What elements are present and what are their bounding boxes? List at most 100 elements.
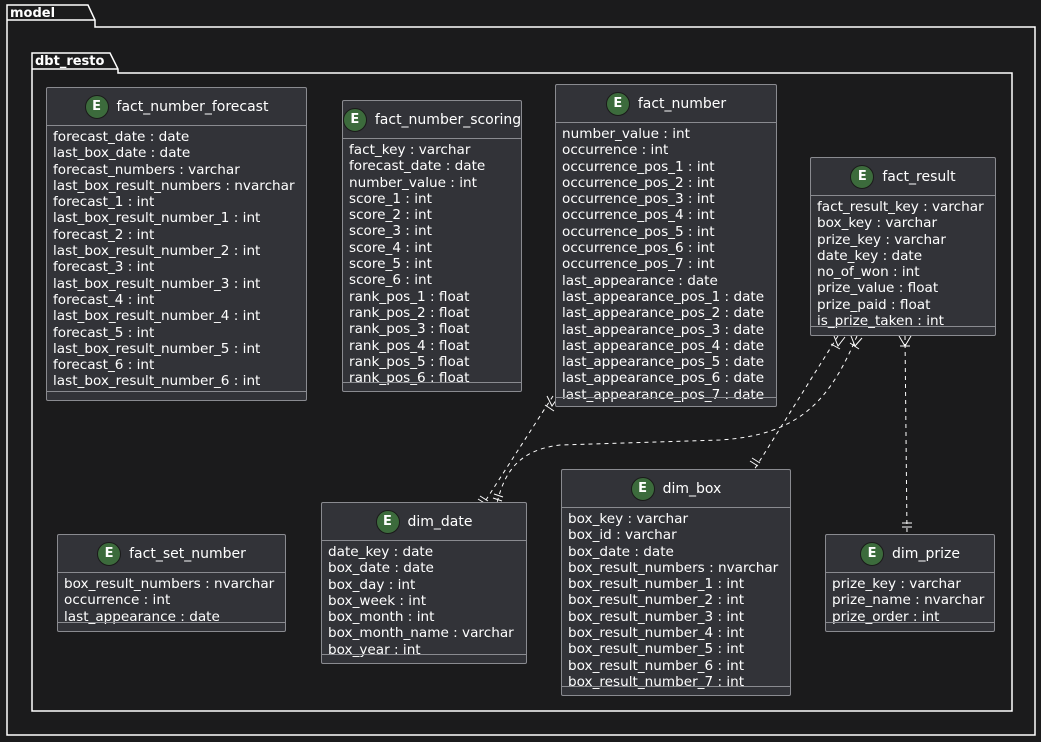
attribute: last_appearance_pos_3 : date xyxy=(562,321,765,338)
attribute-list: prize_key : varchar prize_name : nvarcha… xyxy=(826,573,994,625)
attribute: last_appearance_pos_6 : date xyxy=(562,370,765,387)
entity-footer xyxy=(58,622,285,631)
attribute: no_of_won : int xyxy=(817,264,920,281)
entity-footer xyxy=(47,391,306,400)
attribute: forecast_1 : int xyxy=(53,194,155,211)
attribute: last_box_result_number_2 : int xyxy=(53,243,261,260)
attribute: box_date : date xyxy=(568,543,674,560)
attribute: forecast_numbers : varchar xyxy=(53,161,240,178)
attribute: box_result_number_3 : int xyxy=(568,608,745,625)
attribute: occurrence_pos_4 : int xyxy=(562,207,715,224)
entity-icon: E xyxy=(860,541,885,566)
attribute: forecast_6 : int xyxy=(53,357,155,374)
attribute: occurrence_pos_6 : int xyxy=(562,240,715,257)
attribute: box_day : int xyxy=(328,576,416,593)
attribute: box_result_numbers : nvarchar xyxy=(64,576,275,592)
attribute: rank_pos_3 : float xyxy=(349,321,470,338)
attribute: score_4 : int xyxy=(349,239,432,256)
attribute: date_key : date xyxy=(328,544,434,560)
attribute: rank_pos_5 : float xyxy=(349,353,470,370)
entity-dim-date[interactable]: E dim_date date_key : date box_date : da… xyxy=(321,502,527,664)
entity-fact-result[interactable]: E fact_result fact_result_key : varchar … xyxy=(810,157,996,336)
attribute: occurrence_pos_2 : int xyxy=(562,174,715,191)
attribute: last_appearance_pos_1 : date xyxy=(562,288,765,305)
entity-header: E dim_box xyxy=(562,470,790,508)
package-dbt-resto-label: dbt_resto xyxy=(35,54,105,69)
entity-fact-number-scoring[interactable]: E fact_number_scoring fact_key : varchar… xyxy=(342,100,522,392)
attribute: box_result_number_2 : int xyxy=(568,592,745,609)
attribute: forecast_3 : int xyxy=(53,259,155,276)
attribute: box_id : varchar xyxy=(568,527,677,544)
entity-name: dim_box xyxy=(662,480,722,497)
crows-foot-marker xyxy=(830,335,846,350)
exactly-one-marker xyxy=(492,493,504,502)
attribute-list: box_result_numbers : nvarchar occurrence… xyxy=(58,573,285,625)
attribute: prize_value : float xyxy=(817,280,939,297)
attribute: score_3 : int xyxy=(349,223,432,240)
attribute: box_result_number_5 : int xyxy=(568,641,745,658)
attribute: box_month_name : varchar xyxy=(328,625,514,642)
attribute: rank_pos_4 : float xyxy=(349,337,470,354)
attribute: last_box_result_number_1 : int xyxy=(53,210,261,227)
attribute: box_key : varchar xyxy=(568,511,689,527)
attribute: box_week : int xyxy=(328,592,427,609)
entity-icon: E xyxy=(84,94,109,119)
entity-icon: E xyxy=(375,509,400,534)
attribute: prize_key : varchar xyxy=(817,231,946,248)
attribute-list: fact_key : varchar forecast_date : date … xyxy=(343,139,521,386)
attribute-list: forecast_date : date last_box_date : dat… xyxy=(47,126,306,390)
entity-icon: E xyxy=(605,91,630,116)
entity-header: E fact_result xyxy=(811,158,995,196)
entity-name: fact_set_number xyxy=(129,545,246,562)
entity-icon: E xyxy=(97,541,122,566)
entity-header: E dim_prize xyxy=(826,535,994,573)
entity-dim-box[interactable]: E dim_box box_key : varchar box_id : var… xyxy=(561,469,791,696)
attribute: score_2 : int xyxy=(349,207,432,224)
entity-header: E dim_date xyxy=(322,503,526,541)
attribute: occurrence_pos_3 : int xyxy=(562,191,715,208)
attribute-list: number_value : int occurrence : int occu… xyxy=(556,123,776,403)
entity-footer xyxy=(826,622,994,631)
entity-footer xyxy=(811,326,995,335)
attribute: fact_result_key : varchar xyxy=(817,199,984,215)
attribute: rank_pos_1 : float xyxy=(349,288,470,305)
entity-name: fact_number_scoring xyxy=(374,111,522,128)
attribute: prize_key : varchar xyxy=(832,576,961,592)
attribute: last_box_date : date xyxy=(53,145,191,162)
attribute: rank_pos_2 : float xyxy=(349,304,470,321)
attribute: last_box_result_number_3 : int xyxy=(53,275,261,292)
entity-icon: E xyxy=(630,476,655,501)
entity-dim-prize[interactable]: E dim_prize prize_key : varchar prize_na… xyxy=(825,534,995,632)
relationship-fact-number-dim-date xyxy=(483,395,554,504)
attribute: score_6 : int xyxy=(349,272,432,289)
entity-footer xyxy=(322,654,526,663)
entity-header: E fact_number xyxy=(556,85,776,123)
attribute: occurrence_pos_1 : int xyxy=(562,158,715,175)
attribute: prize_name : nvarchar xyxy=(832,592,985,609)
attribute: prize_paid : float xyxy=(817,296,931,313)
attribute: forecast_date : date xyxy=(53,129,190,145)
attribute: last_appearance_pos_4 : date xyxy=(562,337,765,354)
entity-fact-number[interactable]: E fact_number number_value : int occurre… xyxy=(555,84,777,407)
attribute: occurrence : int xyxy=(64,592,171,609)
package-model-label: model xyxy=(10,6,55,21)
attribute: box_result_number_1 : int xyxy=(568,576,745,593)
attribute: last_appearance_pos_2 : date xyxy=(562,305,765,322)
entity-footer xyxy=(556,397,776,406)
attribute: last_appearance_pos_5 : date xyxy=(562,354,765,371)
attribute: box_result_number_4 : int xyxy=(568,625,745,642)
entity-header: E fact_number_scoring xyxy=(342,101,522,139)
entity-fact-number-forecast[interactable]: E fact_number_forecast forecast_date : d… xyxy=(46,87,307,401)
entity-name: dim_prize xyxy=(892,545,960,562)
attribute: box_key : varchar xyxy=(817,215,938,232)
attribute: last_box_result_number_5 : int xyxy=(53,340,261,357)
attribute-list: box_key : varchar box_id : varchar box_d… xyxy=(562,508,790,690)
attribute: last_box_result_number_4 : int xyxy=(53,308,261,325)
attribute: occurrence : int xyxy=(562,142,669,159)
attribute: score_1 : int xyxy=(349,190,432,207)
attribute: date_key : date xyxy=(817,247,923,264)
entity-fact-set-number[interactable]: E fact_set_number box_result_numbers : n… xyxy=(57,534,286,632)
entity-header: E fact_number_forecast xyxy=(47,88,306,126)
attribute: box_date : date xyxy=(328,560,434,577)
entity-header: E fact_set_number xyxy=(58,535,285,573)
